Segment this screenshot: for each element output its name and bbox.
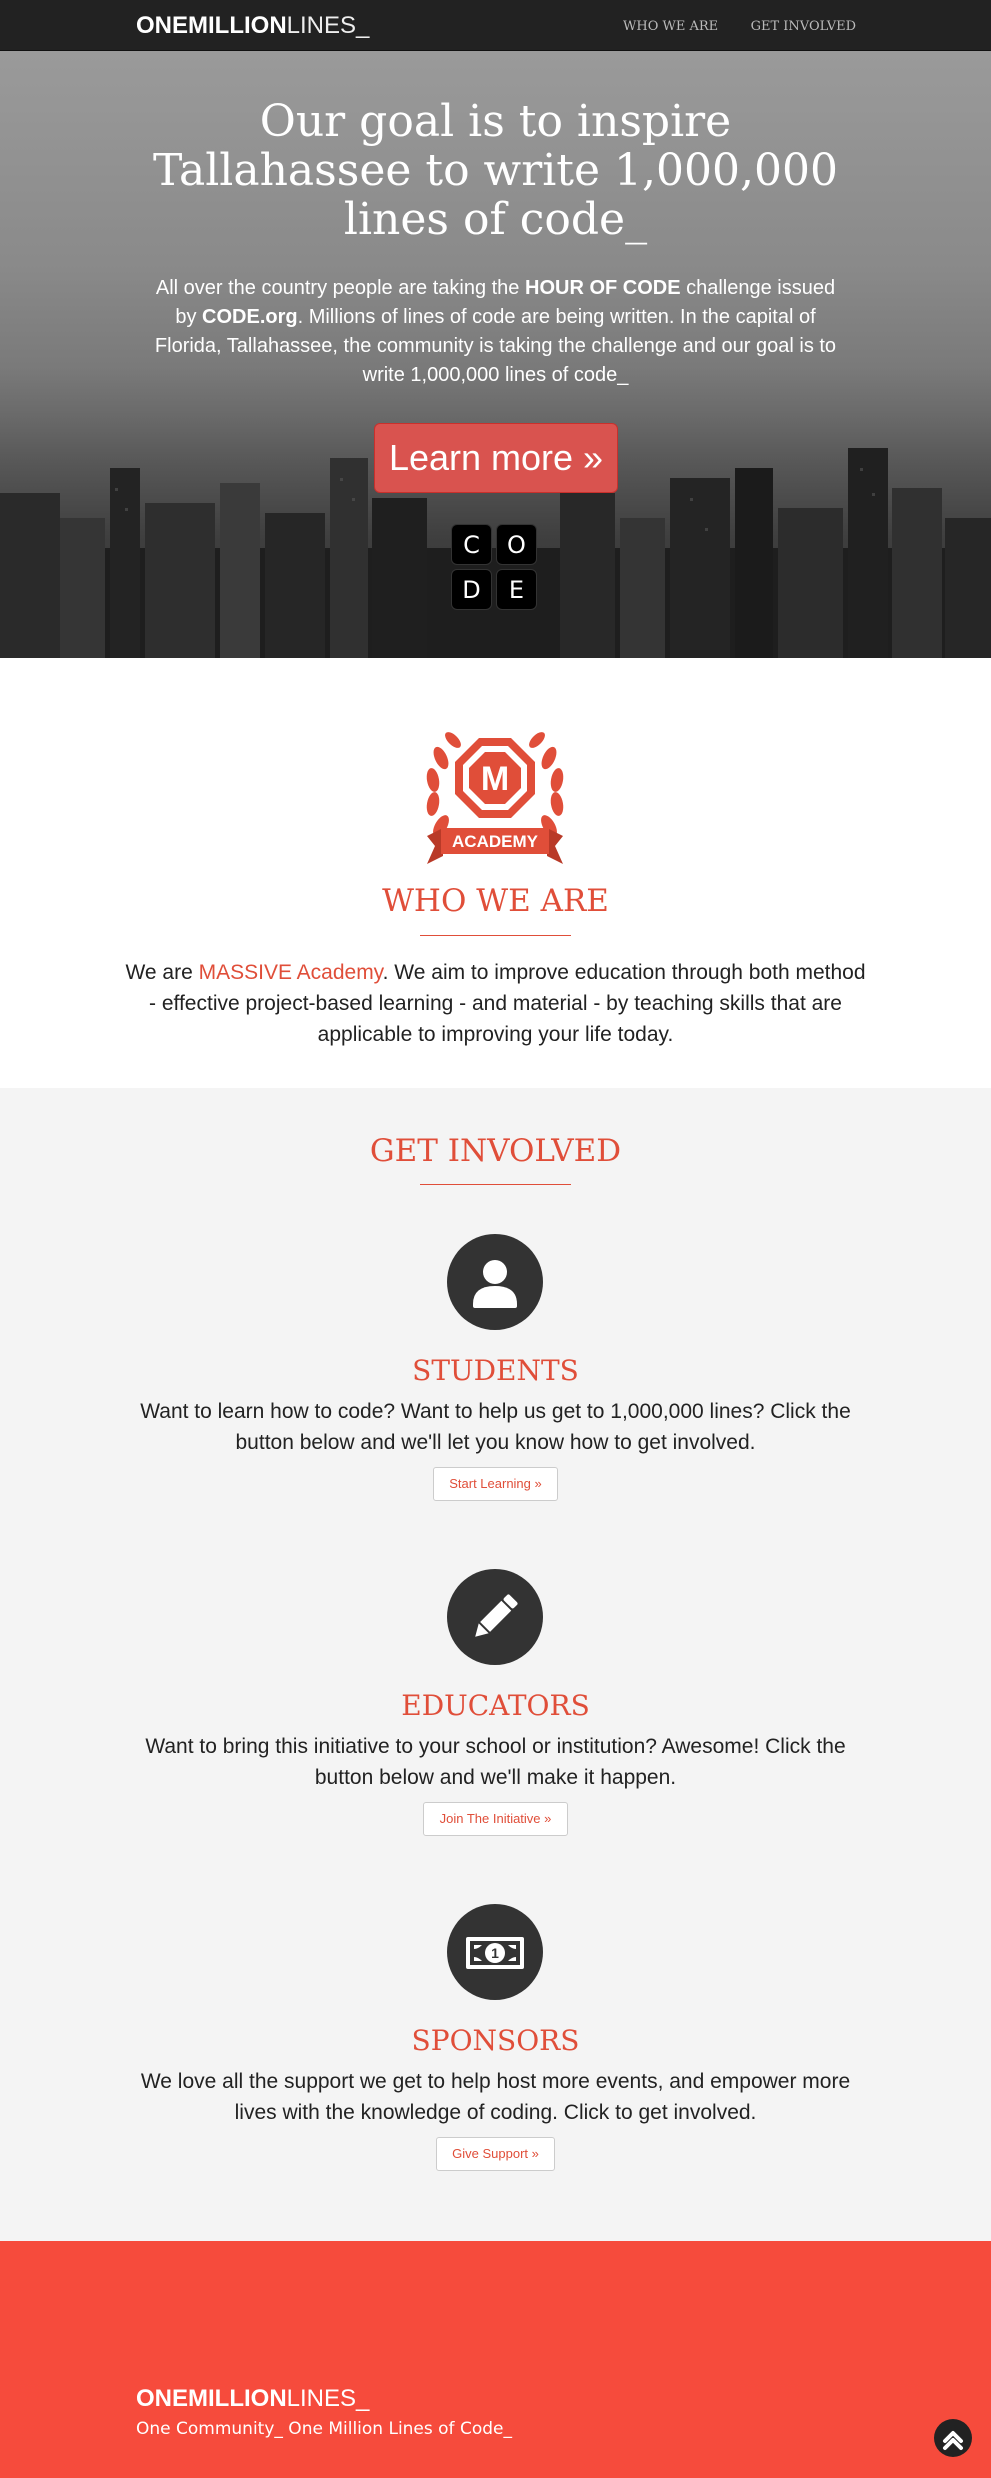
students-title: STUDENTS xyxy=(412,1354,579,1387)
hero-text-part: All over the country people are taking t… xyxy=(155,277,525,299)
get-involved-section: GET INVOLVED STUDENTS Want to learn how … xyxy=(0,1088,991,2241)
footer-brand-bold: ONEMILLION xyxy=(136,2385,287,2412)
nav-link-get-involved[interactable]: GET INVOLVED xyxy=(751,19,856,34)
chevron-up-icon xyxy=(943,2431,963,2450)
massive-academy-link[interactable]: MASSIVE Academy xyxy=(199,961,383,984)
title-underline xyxy=(420,1184,571,1185)
svg-text:1: 1 xyxy=(491,1945,499,1961)
footer: ONEMILLIONLINES_ One Community_ One Mill… xyxy=(0,2241,991,2478)
nav-link-who-we-are[interactable]: WHO WE ARE xyxy=(623,19,718,34)
sponsors-title: SPONSORS xyxy=(411,2024,580,2057)
educators-description: Want to bring this initiative to your sc… xyxy=(145,1735,846,1789)
footer-brand: ONEMILLIONLINES_ xyxy=(136,2385,369,2413)
academy-logo-letter: M xyxy=(481,760,509,798)
who-we-are-section: M ACADEMY WHO WE ARE We are MASSIVE Acad… xyxy=(0,658,991,1088)
learn-more-button[interactable]: Learn more » xyxy=(374,423,618,493)
academy-logo-banner: ACADEMY xyxy=(452,832,539,851)
who-text-part: We are xyxy=(125,961,199,984)
brand-light: LINES_ xyxy=(286,12,370,39)
money-icon: 1 xyxy=(447,1904,543,2000)
scroll-to-top-button[interactable] xyxy=(934,2419,972,2457)
brand-logo[interactable]: ONEMILLIONLINES_ xyxy=(136,12,369,40)
footer-tagline: One Community_ One Million Lines of Code… xyxy=(136,2419,512,2439)
who-we-are-title: WHO WE ARE xyxy=(382,883,609,919)
sponsors-description: We love all the support we get to help h… xyxy=(140,2070,851,2124)
start-learning-button[interactable]: Start Learning » xyxy=(433,1467,558,1501)
educators-title: EDUCATORS xyxy=(401,1689,590,1722)
who-we-are-description: We are MASSIVE Academy. We aim to improv… xyxy=(125,957,866,1050)
pencil-icon xyxy=(447,1569,543,1665)
get-involved-title: GET INVOLVED xyxy=(369,1133,622,1169)
code-tile: D xyxy=(451,569,492,610)
code-tile: C xyxy=(451,524,492,565)
join-initiative-button[interactable]: Join The Initiative » xyxy=(423,1802,568,1836)
user-icon xyxy=(447,1234,543,1330)
hero-title: Our goal is to inspire Tallahassee to wr… xyxy=(153,96,838,245)
code-tile: E xyxy=(496,569,537,610)
nav-links: WHO WE ARE GET INVOLVED xyxy=(595,17,856,35)
students-description: Want to learn how to code? Want to help … xyxy=(140,1400,851,1454)
navbar: ONEMILLIONLINES_ WHO WE ARE GET INVOLVED xyxy=(0,0,991,51)
brand-bold: ONEMILLION xyxy=(136,12,287,39)
code-org-highlight: CODE.org xyxy=(202,306,298,328)
footer-brand-light: LINES_ xyxy=(286,2385,370,2412)
title-underline xyxy=(420,935,571,936)
massive-academy-logo: M ACADEMY xyxy=(426,732,564,864)
code-tile: O xyxy=(496,524,537,565)
hero-section: Our goal is to inspire Tallahassee to wr… xyxy=(0,51,991,658)
hero-description: All over the country people are taking t… xyxy=(150,274,841,390)
give-support-button[interactable]: Give Support » xyxy=(436,2137,555,2171)
code-org-logo[interactable]: C O D E xyxy=(451,524,541,614)
hour-of-code-highlight: HOUR OF CODE xyxy=(525,277,681,299)
